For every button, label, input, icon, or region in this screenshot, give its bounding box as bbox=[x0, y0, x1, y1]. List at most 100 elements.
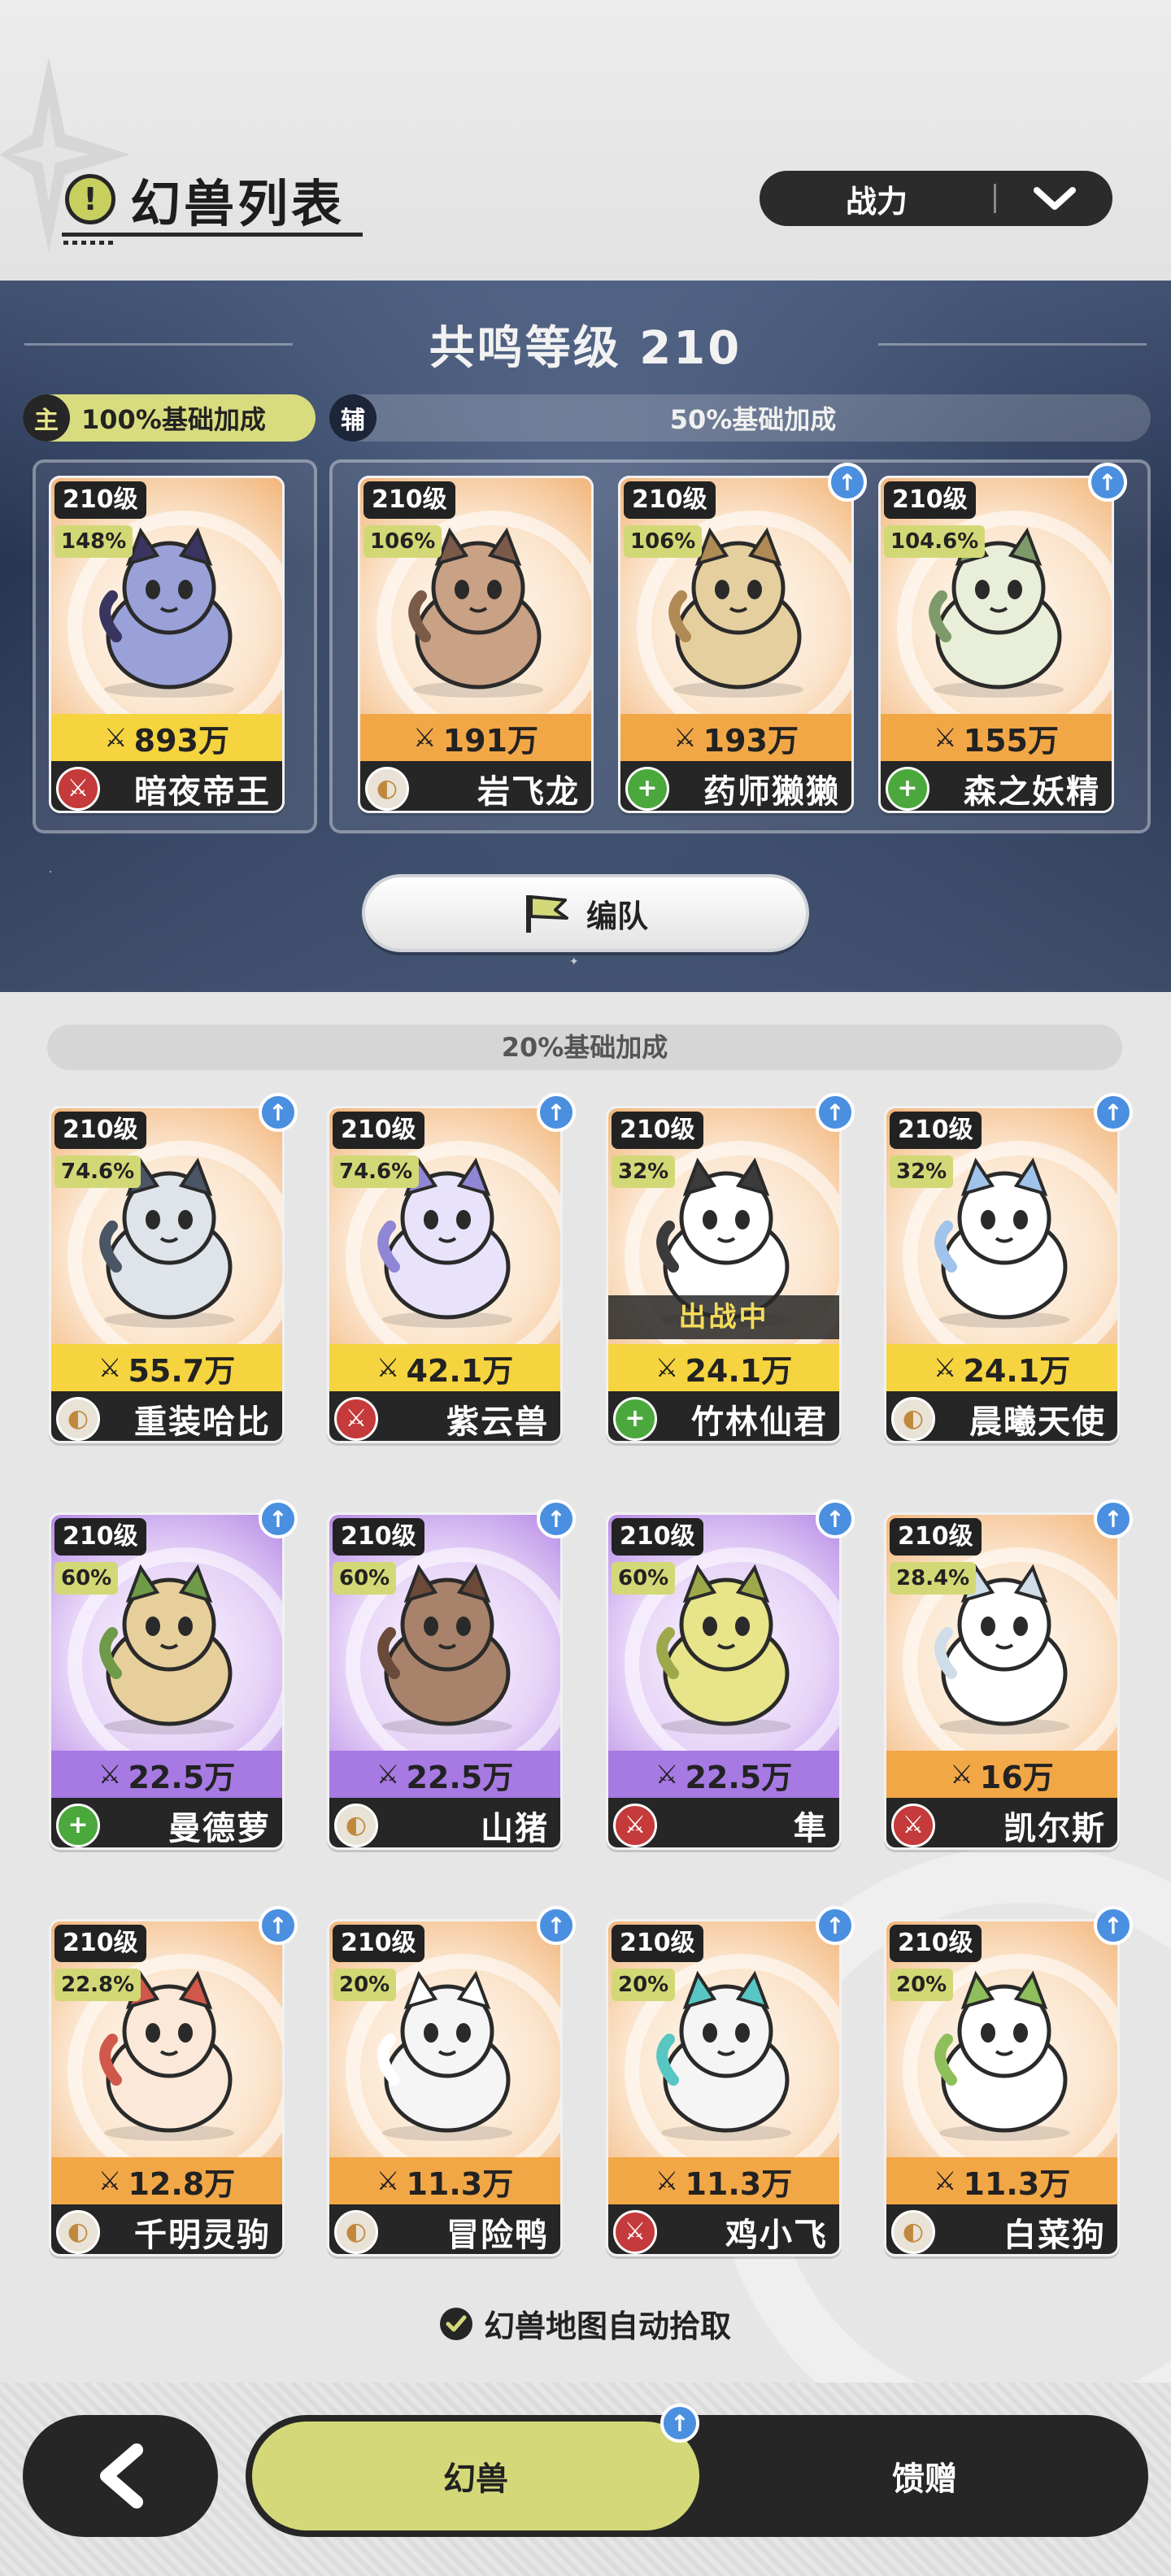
pet-card-body: 210级 60% ⚔ 22.5万 ⚔ 隼 bbox=[606, 1512, 842, 1850]
aux-bonus-text: 50%基础加成 bbox=[669, 404, 837, 435]
pet-name: 山猪 bbox=[481, 1809, 549, 1847]
pet-card[interactable]: 210级 74.6% ⚔ 55.7万 ◐ 重装哈比 ↑ bbox=[49, 1093, 298, 1443]
pet-power: ⚔ 55.7万 bbox=[51, 1344, 282, 1391]
pet-level: 210级 bbox=[363, 481, 455, 519]
crossed-swords-icon: ⚔ bbox=[673, 722, 697, 753]
tab-gifts-label: 馈赠 bbox=[892, 2461, 957, 2498]
star-decoration: ✦ bbox=[569, 955, 579, 968]
pet-power: ⚔ 22.5万 bbox=[329, 1751, 560, 1798]
pet-level: 210级 bbox=[54, 1518, 146, 1556]
pet-card[interactable]: 210级 22.8% ⚔ 12.8万 ◐ 千明灵驹 ↑ bbox=[49, 1906, 298, 2256]
upgrade-arrow-icon[interactable]: ↑ bbox=[259, 1093, 298, 1132]
pet-power-value: 22.5万 bbox=[128, 1759, 236, 1795]
pet-card[interactable]: 210级 32% ⚔ 24.1万 ◐ 晨曦天使 ↑ bbox=[884, 1093, 1133, 1443]
role-atk-icon: ⚔ bbox=[334, 1396, 378, 1441]
exclamation-icon[interactable]: ! bbox=[65, 174, 115, 224]
pet-bonus-percent: 60% bbox=[54, 1562, 119, 1595]
pet-name-bar: + 森之妖精 bbox=[881, 761, 1112, 811]
upgrade-arrow-icon[interactable]: ↑ bbox=[537, 1499, 576, 1538]
star-decoration: · bbox=[49, 866, 53, 879]
tab-pets[interactable]: 幻兽 ↑ bbox=[252, 2404, 699, 2530]
title-underline bbox=[62, 233, 363, 237]
pet-power: ⚔ 191万 bbox=[360, 714, 591, 761]
pet-name-bar: ⚔ 紫云兽 bbox=[329, 1391, 560, 1441]
pet-power-value: 24.1万 bbox=[963, 1352, 1071, 1389]
crossed-swords-icon: ⚔ bbox=[376, 1352, 400, 1383]
back-button[interactable] bbox=[23, 2415, 218, 2537]
pet-card-body: 210级 32% 出战中 ⚔ 24.1万 + 竹林仙君 bbox=[606, 1106, 842, 1443]
pet-card[interactable]: 210级 28.4% ⚔ 16万 ⚔ 凯尔斯 ↑ bbox=[884, 1499, 1133, 1850]
upgrade-arrow-icon[interactable]: ↑ bbox=[816, 1499, 855, 1538]
upgrade-arrow-icon[interactable]: ↑ bbox=[816, 1093, 855, 1132]
role-def-icon: ◐ bbox=[891, 1396, 935, 1441]
sort-dropdown[interactable]: 战力 bbox=[760, 171, 1112, 226]
pet-power: ⚔ 155万 bbox=[881, 714, 1112, 761]
upgrade-arrow-icon[interactable]: ↑ bbox=[259, 1499, 298, 1538]
pet-card[interactable]: 210级 20% ⚔ 11.3万 ◐ 冒险鸭 ↑ bbox=[327, 1906, 576, 2256]
upgrade-arrow-icon[interactable]: ↑ bbox=[1094, 1906, 1133, 1945]
pet-level: 210级 bbox=[612, 1112, 703, 1149]
pet-card[interactable]: 210级 20% ⚔ 11.3万 ⚔ 鸡小飞 ↑ bbox=[606, 1906, 855, 2256]
pet-card[interactable]: 210级 20% ⚔ 11.3万 ◐ 白菜狗 ↑ bbox=[884, 1906, 1133, 2256]
pet-power-value: 42.1万 bbox=[406, 1352, 514, 1389]
pet-power-value: 55.7万 bbox=[128, 1352, 236, 1389]
crossed-swords-icon: ⚔ bbox=[98, 1352, 122, 1383]
crossed-swords-icon: ⚔ bbox=[933, 2165, 957, 2196]
pet-name-bar: + 药师獭獭 bbox=[620, 761, 851, 811]
pet-card[interactable]: 210级 60% ⚔ 22.5万 + 曼德萝 ↑ bbox=[49, 1499, 298, 1850]
tab-pets-label: 幻兽 bbox=[443, 2461, 508, 2498]
tab-gifts[interactable]: 馈赠 bbox=[701, 2415, 1148, 2537]
pet-power: ⚔ 893万 bbox=[51, 714, 282, 761]
pet-card[interactable]: 210级 106% ⚔ 191万 ◐ 岩飞龙 bbox=[358, 476, 594, 813]
chevron-down-icon[interactable] bbox=[996, 185, 1112, 211]
formation-button[interactable]: 编队 bbox=[362, 874, 809, 952]
pet-name: 冒险鸭 bbox=[446, 2216, 549, 2254]
pet-card[interactable]: 210级 104.6% ⚔ 155万 + 森之妖精 ↑ bbox=[878, 463, 1127, 813]
pet-card[interactable]: 210级 148% ⚔ 893万 ⚔ 暗夜帝王 bbox=[49, 476, 285, 813]
pet-card-body: 210级 20% ⚔ 11.3万 ◐ 冒险鸭 bbox=[327, 1919, 563, 2256]
upgrade-arrow-icon[interactable]: ↑ bbox=[1094, 1093, 1133, 1132]
pet-power: ⚔ 42.1万 bbox=[329, 1344, 560, 1391]
upgrade-arrow-icon[interactable]: ↑ bbox=[259, 1906, 298, 1945]
pet-name-bar: ◐ 冒险鸭 bbox=[329, 2204, 560, 2254]
back-arrow-icon bbox=[100, 2443, 143, 2509]
pet-card-body: 210级 106% ⚔ 193万 + 药师獭獭 bbox=[618, 476, 854, 813]
pet-list-screen: ! 幻兽列表 战力 ✦ ✦ ✦ · 共鸣等级 210 主 100%基础加成 辅 … bbox=[0, 0, 1171, 2576]
pet-card-body: 210级 20% ⚔ 11.3万 ◐ 白菜狗 bbox=[884, 1919, 1120, 2256]
pet-name: 鸡小飞 bbox=[725, 2216, 828, 2254]
pet-card-body: 210级 74.6% ⚔ 55.7万 ◐ 重装哈比 bbox=[49, 1106, 285, 1443]
resonance-level: 共鸣等级 210 bbox=[429, 322, 742, 375]
pet-power-value: 11.3万 bbox=[685, 2165, 793, 2202]
pet-bonus-percent: 20% bbox=[333, 1969, 397, 2001]
pet-name: 紫云兽 bbox=[446, 1403, 549, 1441]
pet-level: 210级 bbox=[54, 1112, 146, 1149]
header: ! 幻兽列表 战力 bbox=[0, 0, 1171, 281]
upgrade-arrow-icon[interactable]: ↑ bbox=[537, 1906, 576, 1945]
pet-power-value: 22.5万 bbox=[685, 1759, 793, 1795]
pet-power-value: 155万 bbox=[963, 722, 1059, 759]
checkmark-icon[interactable] bbox=[439, 2307, 472, 2340]
upgrade-arrow-icon[interactable]: ↑ bbox=[1094, 1499, 1133, 1538]
upgrade-arrow-icon[interactable]: ↑ bbox=[816, 1906, 855, 1945]
role-def-icon: ◐ bbox=[56, 2209, 100, 2254]
upgrade-arrow-icon[interactable]: ↑ bbox=[537, 1093, 576, 1132]
pet-name-bar: ◐ 千明灵驹 bbox=[51, 2204, 282, 2254]
pet-card-body: 210级 28.4% ⚔ 16万 ⚔ 凯尔斯 bbox=[884, 1512, 1120, 1850]
pet-card-body: 210级 20% ⚔ 11.3万 ⚔ 鸡小飞 bbox=[606, 1919, 842, 2256]
pet-level: 210级 bbox=[624, 481, 716, 519]
role-heal-icon: + bbox=[625, 766, 669, 811]
flag-icon bbox=[525, 895, 568, 933]
main-bonus-text: 100%基础加成 bbox=[81, 404, 266, 435]
pet-card[interactable]: 210级 60% ⚔ 22.5万 ⚔ 隼 ↑ bbox=[606, 1499, 855, 1850]
role-atk-icon: ⚔ bbox=[613, 1803, 657, 1847]
upgrade-arrow-icon[interactable]: ↑ bbox=[1088, 463, 1127, 502]
pet-card[interactable]: 210级 60% ⚔ 22.5万 ◐ 山猪 ↑ bbox=[327, 1499, 576, 1850]
pet-card[interactable]: 210级 74.6% ⚔ 42.1万 ⚔ 紫云兽 ↑ bbox=[327, 1093, 576, 1443]
pet-card[interactable]: 210级 32% 出战中 ⚔ 24.1万 + 竹林仙君 ↑ bbox=[606, 1093, 855, 1443]
title-dots bbox=[63, 241, 117, 245]
pet-card[interactable]: 210级 106% ⚔ 193万 + 药师獭獭 ↑ bbox=[618, 463, 867, 813]
auto-pickup-toggle[interactable]: 幻兽地图自动拾取 bbox=[0, 2301, 1171, 2346]
upgrade-arrow-icon[interactable]: ↑ bbox=[828, 463, 867, 502]
pet-power-value: 11.3万 bbox=[963, 2165, 1071, 2202]
role-def-icon: ◐ bbox=[334, 1803, 378, 1847]
